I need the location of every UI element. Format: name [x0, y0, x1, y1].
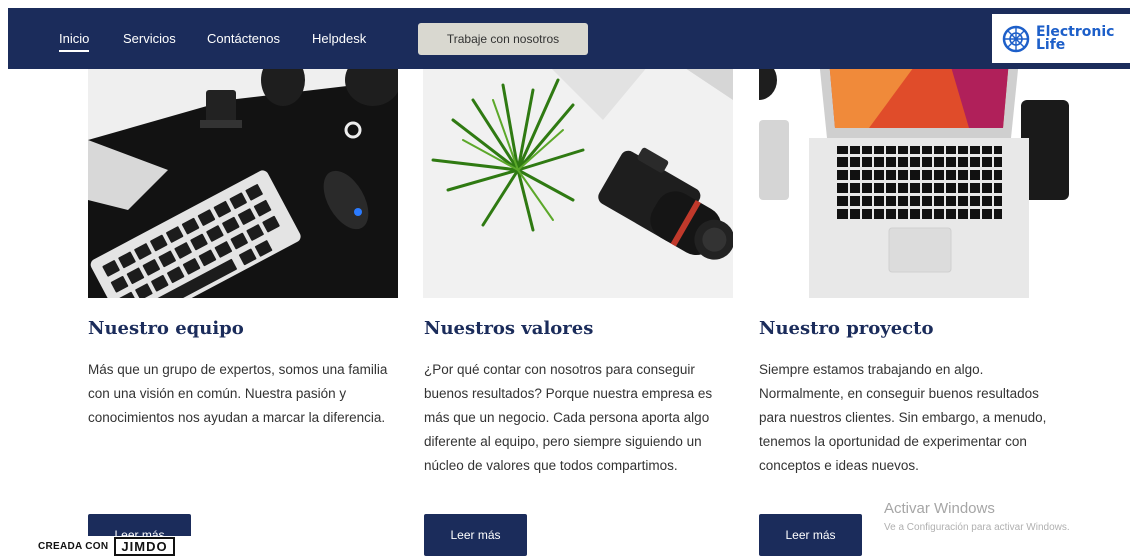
nav-link-servicios[interactable]: Servicios: [123, 31, 176, 46]
windows-activation-subtitle: Ve a Configuración para activar Windows.: [884, 522, 1070, 533]
made-with-label: CREADA CON: [38, 540, 109, 552]
team-card-title: Nuestro equipo: [88, 318, 244, 339]
jimdo-badge[interactable]: CREADA CON JIMDO: [32, 536, 218, 556]
team-image: [88, 60, 398, 298]
windows-activation-title: Activar Windows: [884, 500, 995, 517]
project-card-title: Nuestro proyecto: [759, 318, 934, 339]
project-read-more-button[interactable]: Leer más: [759, 514, 862, 556]
nav-link-contactenos[interactable]: Contáctenos: [207, 31, 280, 46]
values-image: [423, 60, 733, 298]
globe-logo-icon: [1002, 25, 1030, 52]
values-card-body: ¿Por qué contar con nosotros para conseg…: [424, 362, 713, 473]
site-logo[interactable]: Electronic Life: [992, 14, 1130, 63]
values-read-more-button[interactable]: Leer más: [424, 514, 527, 556]
nav-link-inicio[interactable]: Inicio: [59, 31, 90, 52]
team-card-body: Más que un grupo de expertos, somos una …: [88, 362, 388, 425]
logo-line-2: Life: [1036, 36, 1066, 53]
jimdo-logo: JIMDO: [114, 536, 175, 556]
top-navigation-bar: Inicio Servicios Contáctenos Helpdesk Tr…: [8, 8, 1130, 69]
work-with-us-button[interactable]: Trabaje con nosotros: [418, 23, 588, 55]
project-image: [759, 60, 1069, 298]
logo-wordmark: Electronic Life: [1036, 25, 1114, 53]
values-card-title: Nuestros valores: [424, 318, 594, 339]
nav-link-helpdesk[interactable]: Helpdesk: [312, 31, 366, 46]
project-card-body: Siempre estamos trabajando en algo. Norm…: [759, 362, 1047, 473]
